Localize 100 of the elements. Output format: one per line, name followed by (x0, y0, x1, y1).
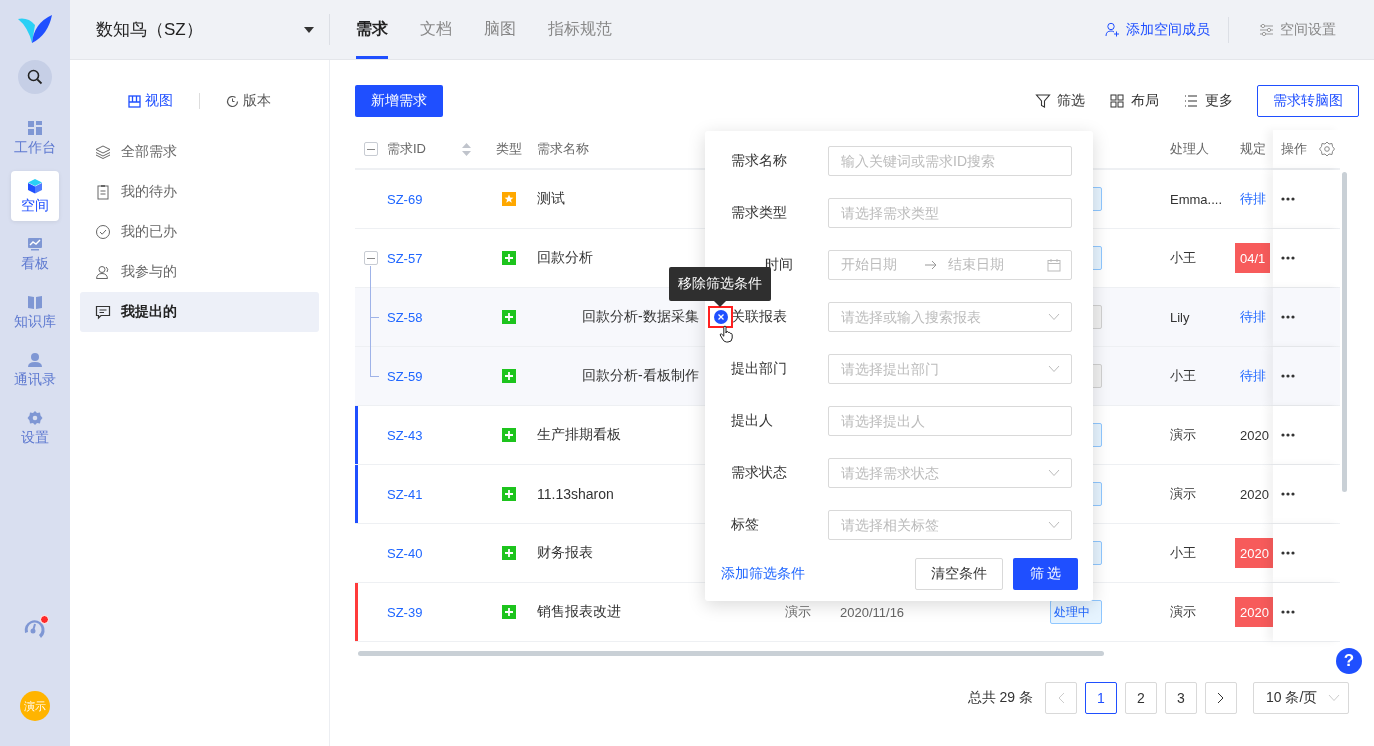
total-count: 总共 29 条 (967, 689, 1033, 707)
more-icon[interactable] (1281, 374, 1295, 378)
select-all-checkbox[interactable] (364, 142, 378, 156)
column-header: 操作 (1281, 140, 1307, 158)
requirement-id-link[interactable]: SZ-39 (387, 604, 423, 620)
chart-icon (27, 235, 43, 252)
toolbar-action[interactable]: 更多 (1183, 92, 1233, 110)
requirement-id-link[interactable]: SZ-59 (387, 368, 423, 384)
requirement-id-link[interactable]: SZ-40 (387, 545, 423, 561)
layers-icon (95, 144, 111, 160)
remove-icon[interactable] (713, 310, 728, 324)
requirement-name: 回款分析 (537, 249, 593, 267)
add-member-link[interactable]: 添加空间成员 (1105, 20, 1210, 39)
deadline-link[interactable]: 待排 (1240, 190, 1266, 208)
project-name: 数知鸟（SZ） (96, 19, 203, 41)
settings-icon[interactable] (1319, 141, 1335, 157)
requirement-id-link[interactable]: SZ-41 (387, 486, 423, 502)
page-button[interactable]: 1 (1085, 682, 1117, 714)
new-requirement-button[interactable]: 新增需求 (355, 85, 443, 117)
panel-icon (128, 94, 141, 108)
more-icon[interactable] (1281, 492, 1295, 496)
filter-submit-button[interactable]: 筛 选 (1013, 558, 1078, 590)
deadline-text: 2020 (1240, 486, 1269, 502)
arrow-right-icon (925, 260, 938, 270)
calendar-icon (1047, 258, 1061, 272)
chevron-down-icon (1048, 365, 1060, 373)
deadline-link[interactable]: 待排 (1240, 308, 1266, 326)
view-item[interactable]: 我提出的 (80, 292, 319, 332)
requirement-id-link[interactable]: SZ-43 (387, 427, 423, 443)
tab[interactable]: 指标规范 (548, 0, 612, 59)
toolbar-action[interactable]: 布局 (1109, 92, 1159, 110)
help-button[interactable]: ? (1336, 648, 1362, 674)
tab[interactable]: 需求 (356, 0, 388, 59)
handler-text: 小王 (1170, 544, 1196, 562)
column-header: 需求ID (387, 140, 426, 158)
requirement-id-link[interactable]: SZ-69 (387, 191, 423, 207)
book-icon (27, 293, 43, 310)
proposer-text: 演示 (785, 603, 811, 621)
hand-cursor-icon (719, 325, 735, 343)
requirement-id-link[interactable]: SZ-57 (387, 250, 423, 266)
tab[interactable]: 脑图 (484, 0, 516, 59)
more-icon[interactable] (1281, 197, 1295, 201)
filter-select[interactable]: 请选择需求状态 (828, 458, 1072, 488)
check-circle-icon (95, 224, 111, 240)
toolbar-action[interactable]: 筛选 (1035, 92, 1085, 110)
column-header: 类型 (495, 140, 522, 158)
clear-button[interactable]: 清空条件 (915, 558, 1003, 590)
view-item[interactable]: 全部需求 (80, 132, 319, 172)
space-settings-link[interactable]: 空间设置 (1259, 20, 1336, 39)
nav-item[interactable]: 知识库 (11, 287, 59, 337)
view-item[interactable]: 我参与的 (80, 252, 319, 292)
nav-item[interactable]: 空间 (11, 171, 59, 221)
filter-input[interactable]: 请选择需求类型 (828, 198, 1072, 228)
gear-icon (27, 409, 43, 426)
sliders-icon (1259, 22, 1274, 37)
list-icon (1183, 93, 1199, 109)
requirement-name: 11.13sharon (537, 486, 614, 502)
nav-item[interactable]: 工作台 (11, 113, 59, 163)
tab[interactable]: 文档 (420, 0, 452, 59)
requirement-id-link[interactable]: SZ-58 (387, 309, 423, 325)
filter-input[interactable]: 请选择提出人 (828, 406, 1072, 436)
filter-input[interactable]: 输入关键词或需求ID搜索 (828, 146, 1072, 176)
requirement-name: 销售报表改进 (537, 603, 621, 621)
nav-item[interactable]: 看板 (11, 229, 59, 279)
caret-icon[interactable] (304, 26, 314, 33)
filter-select[interactable]: 请选择或输入搜索报表 (828, 302, 1072, 332)
horizontal-scrollbar[interactable] (358, 651, 1104, 656)
mindmap-button[interactable]: 需求转脑图 (1257, 85, 1359, 117)
page-button[interactable]: 2 (1125, 682, 1157, 714)
filter-select[interactable]: 请选择相关标签 (828, 510, 1072, 540)
more-icon[interactable] (1281, 610, 1295, 614)
handler-text: 演示 (1170, 485, 1196, 503)
chevron-left-icon (1057, 692, 1065, 704)
page-button[interactable]: 3 (1165, 682, 1197, 714)
handler-text: 演示 (1170, 603, 1196, 621)
filter-select[interactable]: 请选择提出部门 (828, 354, 1072, 384)
add-condition-link[interactable]: 添加筛选条件 (721, 565, 805, 583)
more-icon[interactable] (1281, 315, 1295, 319)
nav-item[interactable]: 设置 (11, 403, 59, 453)
more-icon[interactable] (1281, 551, 1295, 555)
collapse-toggle[interactable] (364, 251, 378, 265)
vertical-scrollbar[interactable] (1342, 172, 1347, 492)
tooltip: 移除筛选条件 (669, 267, 771, 307)
handler-text: 小王 (1170, 367, 1196, 385)
chevron-down-icon (1328, 694, 1340, 702)
column-header: 处理人 (1170, 140, 1209, 158)
filter-label: 提出部门 (731, 360, 788, 378)
nav-item[interactable]: 通讯录 (11, 345, 59, 395)
mode-toggle[interactable]: 版本 (222, 92, 275, 110)
search-icon[interactable] (18, 60, 52, 94)
status-tag: 处理中 (1050, 600, 1102, 624)
view-item[interactable]: 我的已办 (80, 212, 319, 252)
page-size-select[interactable]: 10 条/页 (1253, 682, 1349, 714)
comment-icon (95, 304, 111, 320)
clipboard-icon (95, 184, 111, 200)
deadline-link[interactable]: 待排 (1240, 367, 1266, 385)
mode-toggle[interactable]: 视图 (124, 92, 177, 110)
view-item[interactable]: 我的待办 (80, 172, 319, 212)
more-icon[interactable] (1281, 433, 1295, 437)
more-icon[interactable] (1281, 256, 1295, 260)
